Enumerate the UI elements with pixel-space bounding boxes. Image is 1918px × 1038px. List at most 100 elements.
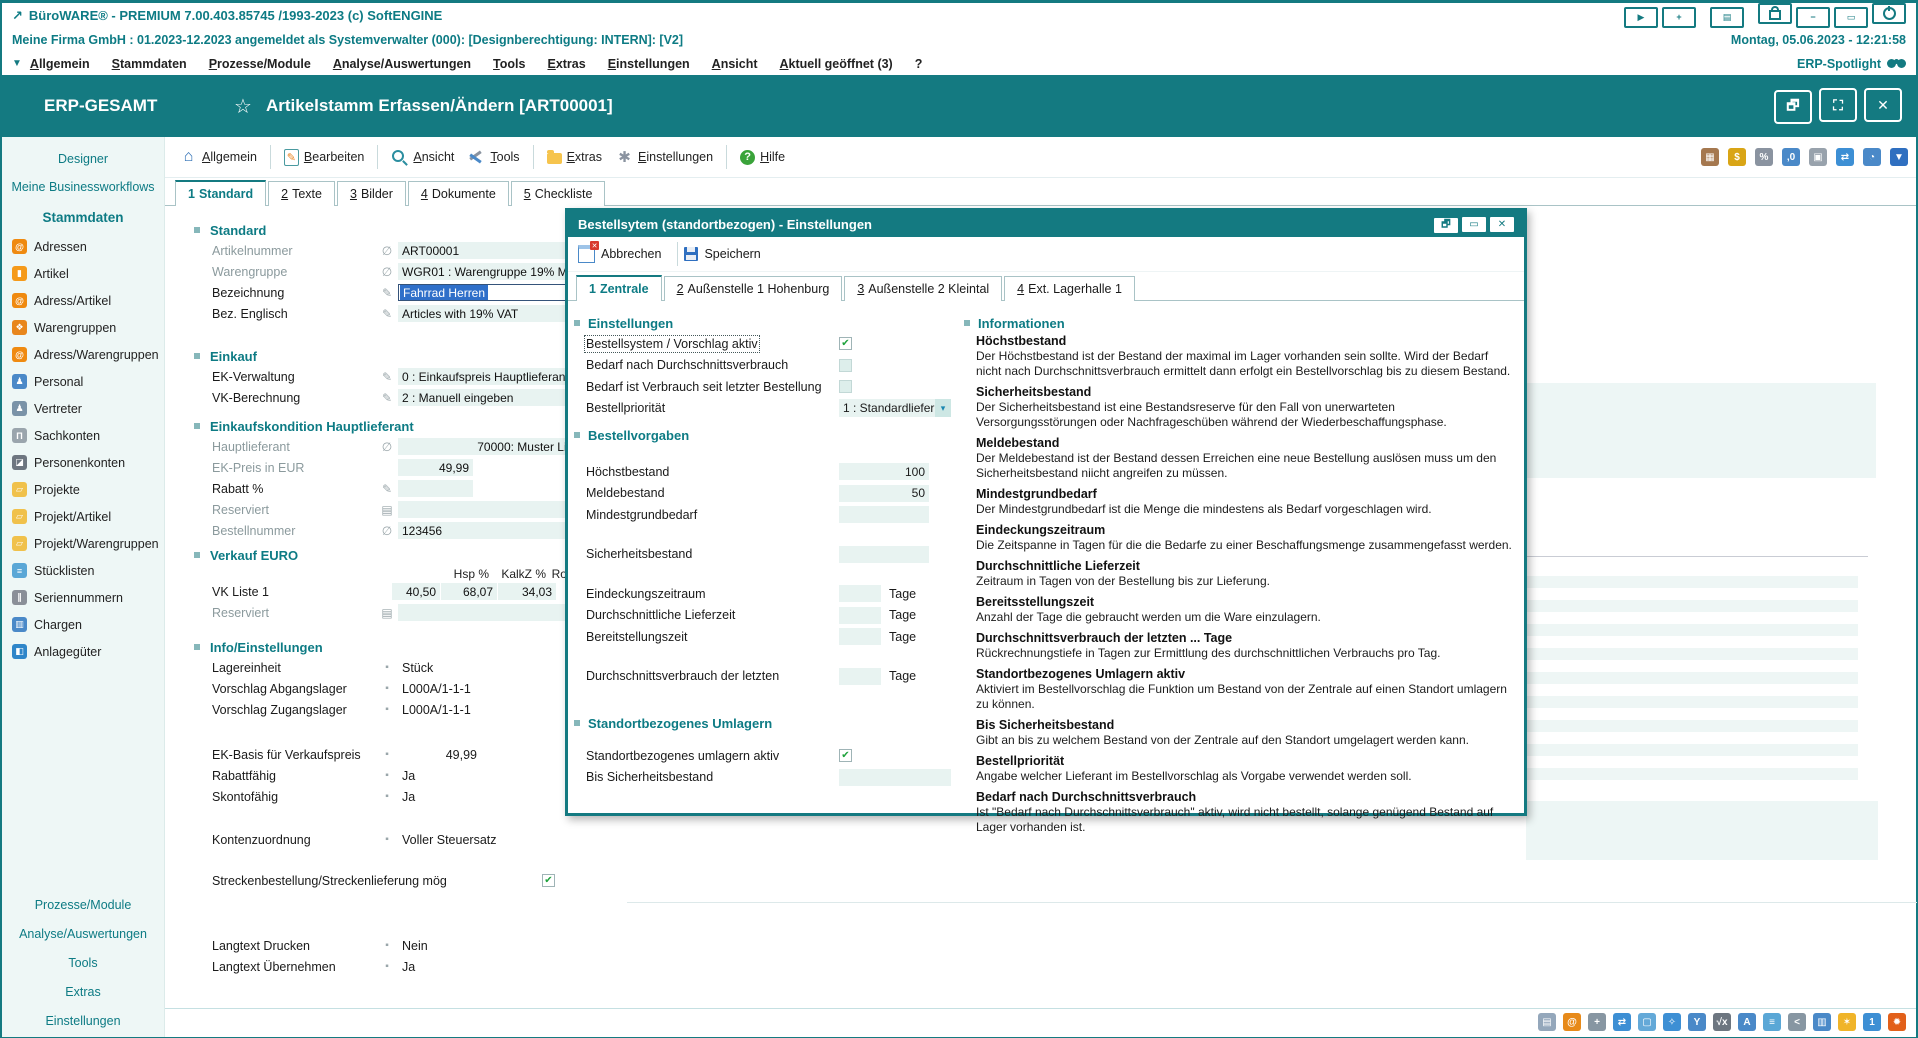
dialog-tab-zentrale[interactable]: 1Zentrale [576, 275, 662, 301]
toolbar-button-allgemein[interactable]: ⌂Allgemein [180, 149, 257, 166]
toolbar-button-ansicht[interactable]: Ansicht [391, 149, 454, 166]
checkbox-bedarf-ist-verbrauch-seit-letzter-bestellung[interactable] [839, 380, 852, 393]
list-panel-icon[interactable]: ≡ [1763, 1013, 1781, 1031]
print-icon[interactable]: ▣ [1809, 148, 1827, 166]
vk-value-field[interactable]: 34,03 [498, 583, 556, 600]
window-panel-icon[interactable]: ▢ [1638, 1013, 1656, 1031]
sidebar-link-prozesse-module[interactable]: Prozesse/Module [2, 890, 164, 919]
toolbar-button-tools[interactable]: Tools [468, 149, 519, 166]
input-field-mindestgrundbedarf[interactable] [839, 506, 929, 523]
input-field-durchschnittliche-lieferzeit[interactable] [839, 607, 881, 624]
minimize-button[interactable]: − [1796, 7, 1830, 28]
play-button[interactable]: ▶ [1624, 7, 1658, 28]
dialog-close-button[interactable]: ✕ [1490, 217, 1514, 232]
calendar-icon[interactable]: 1 [1863, 1013, 1881, 1031]
save-button[interactable]: Speichern [684, 247, 760, 261]
archive-icon[interactable]: ▦ [1701, 148, 1719, 166]
cancel-button[interactable]: Abbrechen [578, 245, 661, 263]
sidebar-link-designer[interactable]: Designer [2, 145, 164, 173]
menu-item-[interactable]: ? [915, 57, 923, 71]
menu-item-analyse-auswertungen[interactable]: Analyse/Auswertungen [333, 57, 471, 71]
sidebar-item-vertreter[interactable]: ♟Vertreter [2, 395, 164, 422]
sidebar-item-personenkonten[interactable]: ◪Personenkonten [2, 449, 164, 476]
checkbox-bestellsystem-vorschlag-aktiv[interactable]: ✔ [839, 337, 852, 350]
bug-icon[interactable]: ✹ [1888, 1013, 1906, 1031]
input-field-bis-sicherheitsbestand[interactable] [839, 769, 951, 786]
sidebar-item-warengruppen[interactable]: ❖Warengruppen [2, 314, 164, 341]
tab-bilder[interactable]: 3Bilder [337, 181, 406, 206]
dropdown-bestellpriorität[interactable]: 1 : Standardliefer▾ [839, 399, 951, 417]
sidebar-item-projekt-warengruppen[interactable]: ▱Projekt/Warengruppen [2, 530, 164, 557]
sidebar-link-tools[interactable]: Tools [2, 948, 164, 977]
window-list-button[interactable]: ▤ [1710, 7, 1744, 28]
tab-dokumente[interactable]: 4Dokumente [408, 181, 509, 206]
calculator-icon[interactable]: + [1588, 1013, 1606, 1031]
sidebar-item-anlagegüter[interactable]: ◧Anlagegüter [2, 638, 164, 665]
scale-icon[interactable]: Y [1688, 1013, 1706, 1031]
input-field-eindeckungszeitraum[interactable] [839, 585, 881, 602]
dialog-maximize-button[interactable]: ▭ [1462, 217, 1486, 232]
sidebar-item-sachkonten[interactable]: ΠSachkonten [2, 422, 164, 449]
address-book-add-icon[interactable]: @ [1563, 1013, 1581, 1031]
menu-item-stammdaten[interactable]: Stammdaten [112, 57, 187, 71]
toolbar-button-einstellungen[interactable]: ✱Einstellungen [616, 149, 713, 166]
sidebar-link-meine-businessworkflows[interactable]: Meine Businessworkflows [2, 173, 164, 201]
maximize-button[interactable]: ▭ [1834, 7, 1868, 28]
toolbar-button-hilfe[interactable]: ?Hilfe [740, 150, 785, 165]
power-button[interactable] [1872, 3, 1906, 24]
dialog-tab-außenstelle-1-hohenburg[interactable]: 2Außenstelle 1 Hohenburg [664, 276, 843, 301]
add-button[interactable]: + [1662, 7, 1696, 28]
sidebar-link-analyse-auswertungen[interactable]: Analyse/Auswertungen [2, 919, 164, 948]
dialog-titlebar[interactable]: Bestellsytem (standortbezogen) - Einstel… [568, 211, 1524, 237]
swap-icon[interactable]: ⇄ [1613, 1013, 1631, 1031]
money-bag-icon[interactable]: $ [1728, 148, 1746, 166]
keyboard-icon[interactable]: ▤ [1538, 1013, 1556, 1031]
menu-item-ansicht[interactable]: Ansicht [712, 57, 758, 71]
formula-icon[interactable]: √x [1713, 1013, 1731, 1031]
input-field-bereitstellungszeit[interactable] [839, 628, 881, 645]
input-field-ek-preis-in-eur[interactable]: 49,99 [398, 459, 473, 476]
menu-item-aktuell-geöffnet-3[interactable]: Aktuell geöffnet (3) [780, 57, 893, 71]
percent-icon[interactable]: % [1755, 148, 1773, 166]
translate-icon[interactable]: A [1738, 1013, 1756, 1031]
tab-texte[interactable]: 2Texte [268, 181, 335, 206]
sidebar-link-einstellungen[interactable]: Einstellungen [2, 1006, 164, 1035]
decimal-places-icon[interactable]: ,0 [1782, 148, 1800, 166]
key-icon[interactable]: ✧ [1663, 1013, 1681, 1031]
menu-item-prozesse-module[interactable]: Prozesse/Module [209, 57, 311, 71]
sidebar-item-chargen[interactable]: ▥Chargen [2, 611, 164, 638]
share-icon[interactable]: < [1788, 1013, 1806, 1031]
menu-caret-icon[interactable]: ▼ [12, 58, 22, 69]
fullscreen-button[interactable]: ⛶ [1819, 88, 1857, 122]
sidebar-item-seriennummern[interactable]: ∥Seriennummern [2, 584, 164, 611]
input-field-durchschnittsverbrauch-der-letzten[interactable] [839, 668, 881, 685]
sidebar-item-projekt-artikel[interactable]: ▱Projekt/Artikel [2, 503, 164, 530]
save-icon[interactable]: ▼ [1890, 148, 1908, 166]
wizard-icon[interactable]: ✶ [1838, 1013, 1856, 1031]
chart-icon[interactable]: ◔ [1863, 148, 1881, 166]
sidebar-item-projekte[interactable]: ▱Projekte [2, 476, 164, 503]
erp-spotlight-button[interactable]: ERP-Spotlight [1797, 57, 1906, 71]
tab-standard[interactable]: 1Standard [175, 180, 266, 206]
sidebar-item-stücklisten[interactable]: ≡Stücklisten [2, 557, 164, 584]
sidebar-item-adress-artikel[interactable]: @Adress/Artikel [2, 287, 164, 314]
menu-item-einstellungen[interactable]: Einstellungen [608, 57, 690, 71]
swap-icon[interactable]: ⇄ [1836, 148, 1854, 166]
tab-checkliste[interactable]: 5Checkliste [511, 181, 606, 206]
dialog-tab-ext-lagerhalle-1[interactable]: 4Ext. Lagerhalle 1 [1004, 276, 1135, 301]
toolbar-button-extras[interactable]: Extras [547, 150, 602, 164]
sidebar-item-adress-warengruppen[interactable]: @Adress/Warengruppen [2, 341, 164, 368]
input-field-sicherheitsbestand[interactable] [839, 546, 929, 563]
vk-value-field[interactable]: 40,50 [392, 583, 440, 600]
input-field-rabatt[interactable] [398, 480, 473, 497]
detach-window-button[interactable]: 🗗 [1774, 90, 1812, 124]
vk-value-field[interactable]: 68,07 [441, 583, 497, 600]
sidebar-link-extras[interactable]: Extras [2, 977, 164, 1006]
sidebar-item-adressen[interactable]: @Adressen [2, 233, 164, 260]
dialog-restore-button[interactable]: 🗗 [1434, 218, 1458, 233]
checkbox-bedarf-nach-durchschnittsverbrauch[interactable] [839, 359, 852, 372]
sidebar-item-personal[interactable]: ♟Personal [2, 368, 164, 395]
checkbox-standortbezogenes-umlagern-aktiv[interactable]: ✔ [839, 749, 852, 762]
sidebar-item-artikel[interactable]: ▮Artikel [2, 260, 164, 287]
favorite-star-icon[interactable]: ☆ [234, 94, 252, 119]
